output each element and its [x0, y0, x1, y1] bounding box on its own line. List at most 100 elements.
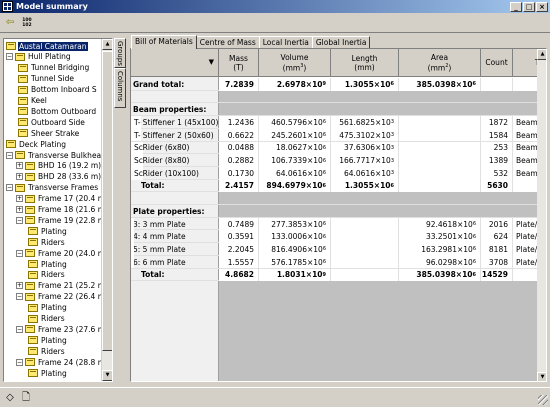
tree-item[interactable]: + Frame 18 (21.6 m	[16, 205, 106, 215]
tree-item[interactable]: − Frame 23 (27.6 m	[16, 324, 106, 334]
tree-item[interactable]: Plating	[26, 368, 68, 378]
scroll-thumb[interactable]	[102, 51, 112, 351]
tree-item[interactable]: − Frame 22 (26.4 m	[16, 292, 106, 302]
table-cell: 0.1730	[219, 166, 259, 180]
table-cell: Beam	[513, 141, 537, 155]
tree-item[interactable]: Riders	[26, 237, 66, 247]
folder-icon	[6, 42, 16, 50]
table-cell: 1.3055×10 6	[331, 179, 399, 193]
expand-icon[interactable]: +	[16, 162, 23, 170]
tree-item[interactable]: Bottom Outboard	[16, 106, 97, 116]
scroll-up-icon[interactable]: ▲	[102, 39, 112, 50]
minimize-button[interactable]: _	[510, 1, 522, 12]
tree-item[interactable]: − Frame 19 (22.8 m	[16, 215, 106, 225]
title-bar[interactable]: Model summary _ □ ×	[0, 0, 550, 13]
maximize-button[interactable]: □	[523, 1, 535, 12]
tree-item[interactable]: Austal Catamaran	[6, 41, 88, 51]
tree-item[interactable]: Plating	[26, 303, 68, 313]
tree-item[interactable]: Plating	[26, 335, 68, 345]
collapse-icon[interactable]: −	[6, 184, 13, 192]
units-toggle-button[interactable]: 100 102	[20, 16, 34, 30]
table-cell: Beam	[513, 166, 537, 180]
tree-item[interactable]: Riders	[26, 270, 66, 280]
table-cell: 33.2501×10 6	[399, 230, 481, 244]
grid-scrollbar[interactable]: ▲ ▼	[537, 49, 546, 381]
grid-scroll-up-icon[interactable]: ▲	[537, 49, 546, 60]
collapse-icon[interactable]: −	[16, 358, 23, 366]
group-column-header[interactable]: ▼	[131, 49, 219, 77]
dropdown-arrow-icon[interactable]: ▼	[209, 58, 214, 67]
expand-icon[interactable]: +	[16, 206, 23, 213]
back-arrow-icon[interactable]: ⇦	[3, 16, 17, 30]
tab-bill-of-materials[interactable]: Bill of Materials	[131, 35, 197, 49]
tree-item[interactable]: − Frame 24 (28.8 m	[16, 357, 106, 367]
tree-item[interactable]: Bottom Inboard S	[16, 85, 98, 95]
collapse-icon[interactable]: −	[16, 216, 23, 224]
tree-item-label: Plating	[41, 335, 67, 345]
folder-icon	[28, 270, 38, 279]
collapse-icon[interactable]: −	[6, 151, 13, 159]
collapse-icon[interactable]: −	[16, 249, 23, 257]
model-tree[interactable]: Austal Catamaran − Hull Plating Tunnel Brid…	[3, 38, 113, 382]
tree-item[interactable]: Riders	[26, 314, 66, 324]
collapse-icon[interactable]: −	[16, 325, 23, 333]
tree-item[interactable]: Deck Plating	[6, 139, 67, 149]
resize-grip[interactable]	[538, 395, 548, 405]
tree-item[interactable]: Tunnel Side	[16, 74, 75, 84]
row-label: 4: 4 mm Plate	[133, 232, 186, 242]
units-bottom: 102	[22, 22, 32, 28]
tree-item[interactable]: + Frame 21 (25.2 m	[16, 281, 106, 291]
folder-icon	[25, 325, 35, 334]
tree-item[interactable]: Tunnel Bridging	[16, 63, 90, 73]
tree-item[interactable]: Sheer Strake	[16, 128, 80, 138]
column-header[interactable]: Mass (T)	[219, 49, 259, 77]
scroll-down-icon[interactable]: ▼	[102, 370, 112, 381]
table-cell	[399, 141, 481, 155]
table-cell: 2.2045	[219, 243, 259, 256]
section-header: Plate properties:	[133, 206, 205, 216]
tree-item[interactable]: − Transverse Frames	[6, 183, 99, 193]
table-cell: 460.5796×10 6	[259, 116, 331, 129]
row-label: Total:	[141, 181, 165, 191]
column-header[interactable]: Length (mm)	[331, 49, 399, 77]
tree-item[interactable]: + BHD 28 (33.6 m)	[16, 172, 102, 182]
tree-item-label: Riders	[41, 237, 65, 247]
tree-item[interactable]: Plating	[26, 259, 68, 269]
column-header[interactable]: Volume (mm3)	[259, 49, 331, 77]
collapse-icon[interactable]: −	[6, 53, 13, 61]
model-summary-window: Model summary _ □ × ⇦ 100 102 Austal Cat…	[0, 0, 550, 407]
collapse-icon[interactable]: −	[16, 293, 23, 301]
close-button[interactable]: ×	[536, 1, 548, 12]
expand-icon[interactable]: +	[16, 195, 23, 203]
folder-icon	[18, 85, 28, 94]
folder-icon	[25, 216, 35, 225]
tab-columns[interactable]: Columns	[114, 68, 126, 108]
tab-groups-label: Groups	[116, 41, 124, 66]
tree-item[interactable]: + BHD 16 (19.2 m)	[16, 161, 102, 171]
column-header-unit: (mm3)	[282, 62, 307, 73]
tree-item[interactable]: + Frame 17 (20.4 m	[16, 194, 106, 204]
tree-item[interactable]: Plating	[26, 226, 68, 236]
table-cell: 1.5557	[219, 255, 259, 269]
table-cell: 1.3055×10 6	[331, 78, 399, 91]
column-header[interactable]: Count	[481, 49, 513, 77]
bill-of-materials-grid[interactable]: ▼ Mass (T) Volume (mm3) Length (mm) Area (mm2) Co…	[130, 48, 547, 382]
tree-item[interactable]: Keel	[16, 96, 48, 106]
page-icon[interactable]: 🗋	[20, 392, 32, 404]
tree-item[interactable]: − Frame 20 (24.0 m	[16, 248, 106, 258]
tab-groups[interactable]: Groups	[114, 38, 126, 68]
tree-item[interactable]: Outboard Side	[16, 117, 86, 127]
grid-scroll-down-icon[interactable]: ▼	[537, 372, 546, 381]
tree-item[interactable]: − Hull Plating	[6, 52, 72, 62]
column-header[interactable]: Area (mm2)	[399, 49, 481, 77]
tree-item-label: Riders	[41, 314, 65, 323]
table-cell	[481, 78, 513, 91]
row-label: 6: 6 mm Plate	[133, 257, 186, 267]
tree-item[interactable]: Riders	[26, 346, 66, 356]
tree-scrollbar[interactable]: ▲ ▼	[101, 39, 112, 381]
expand-icon[interactable]: +	[16, 282, 23, 290]
tree-item[interactable]: − Transverse Bulkhead	[6, 150, 107, 160]
tree-item-label: Riders	[41, 270, 65, 280]
expand-icon[interactable]: +	[16, 173, 23, 181]
diamond-icon[interactable]: ◇	[4, 392, 16, 404]
